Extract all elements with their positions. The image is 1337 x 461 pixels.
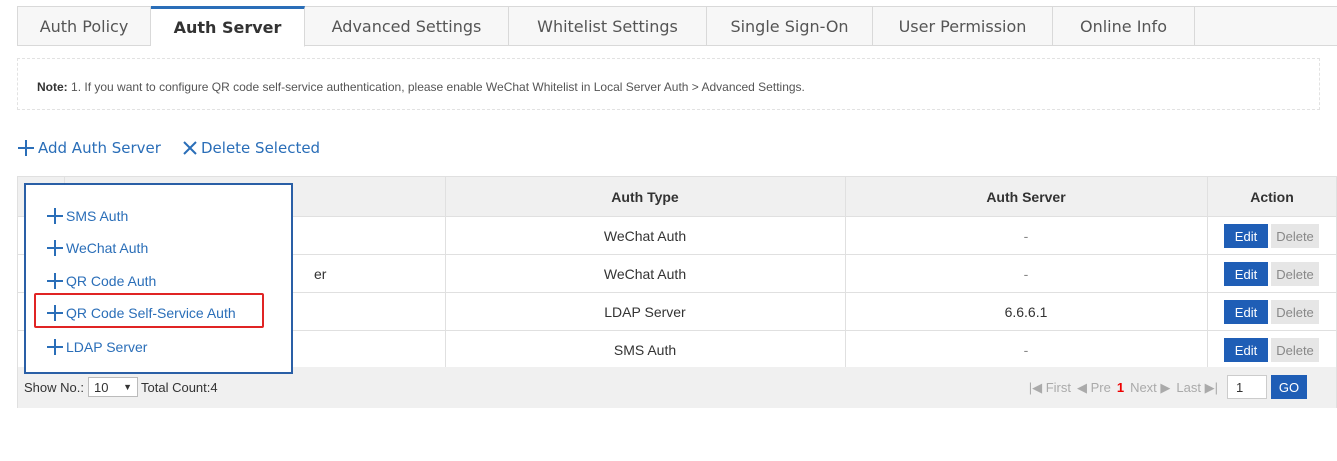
tab-bar: Auth Policy Auth Server Advanced Setting…	[17, 6, 1337, 47]
close-icon	[183, 141, 197, 155]
edit-button[interactable]: Edit	[1224, 262, 1268, 286]
pagination: |◀ First ◀ Pre 1 Next ▶ Last ▶|	[1029, 380, 1218, 396]
page-number-input[interactable]: 1	[1227, 375, 1267, 399]
cell-auth-type: WeChat Auth	[603, 227, 687, 244]
plus-icon	[18, 140, 34, 156]
go-button[interactable]: GO	[1271, 375, 1307, 399]
tab-auth-policy[interactable]: Auth Policy	[17, 6, 151, 46]
menu-item-label: LDAP Server	[66, 339, 148, 355]
note-label: Note:	[37, 80, 68, 94]
cell-auth-server: -	[1023, 342, 1029, 358]
tab-auth-server[interactable]: Auth Server	[151, 6, 305, 47]
menu-item-label: SMS Auth	[66, 208, 129, 224]
prev-page-label: Pre	[1090, 380, 1111, 395]
tab-user-permission[interactable]: User Permission	[873, 6, 1053, 46]
menu-item-label: WeChat Auth	[66, 240, 149, 256]
page-size-select[interactable]: 10 ▼	[87, 377, 138, 397]
header-action: Action	[1250, 188, 1294, 205]
first-page-link[interactable]: |◀ First	[1029, 380, 1071, 396]
menu-item-wechat-auth[interactable]: WeChat Auth	[46, 239, 148, 257]
menu-item-label: QR Code Self-Service Auth	[66, 305, 236, 321]
note-text: 1. If you want to configure QR code self…	[71, 80, 805, 94]
show-no-control: Show No.: 10 ▼	[24, 377, 138, 397]
header-auth-server: Auth Server	[986, 188, 1066, 205]
delete-selected-button[interactable]: Delete Selected	[182, 139, 320, 157]
last-page-icon: ▶|	[1204, 380, 1218, 395]
cell-auth-server: 6.6.6.1	[1004, 303, 1048, 320]
last-page-label: Last	[1176, 380, 1201, 395]
delete-button[interactable]: Delete	[1271, 338, 1319, 362]
first-page-label: First	[1045, 380, 1071, 395]
prev-page-icon: ◀	[1076, 380, 1087, 395]
current-page: 1	[1116, 380, 1125, 395]
edit-button[interactable]: Edit	[1224, 224, 1268, 248]
page-size-value: 10	[93, 379, 109, 395]
chevron-down-icon: ▼	[123, 382, 132, 392]
plus-icon	[47, 273, 63, 289]
menu-item-ldap-server[interactable]: LDAP Server	[46, 338, 147, 356]
show-no-label: Show No.:	[24, 379, 84, 395]
header-auth-type: Auth Type	[611, 188, 679, 205]
plus-icon	[47, 339, 63, 355]
tab-online-info[interactable]: Online Info	[1053, 6, 1195, 46]
tab-whitelist-settings[interactable]: Whitelist Settings	[509, 6, 707, 46]
menu-item-qr-code-self-service-auth[interactable]: QR Code Self-Service Auth	[46, 304, 236, 322]
tab-advanced-settings[interactable]: Advanced Settings	[305, 6, 509, 46]
cell-auth-type: LDAP Server	[604, 303, 686, 320]
add-auth-server-menu: SMS Auth WeChat Auth QR Code Auth QR Cod…	[24, 183, 293, 374]
cell-auth-type: SMS Auth	[613, 342, 677, 358]
edit-button[interactable]: Edit	[1224, 300, 1268, 324]
total-count: Total Count:4	[141, 380, 218, 395]
delete-button[interactable]: Delete	[1271, 300, 1319, 324]
add-auth-server-button[interactable]: Add Auth Server	[17, 139, 161, 157]
add-auth-server-label: Add Auth Server	[38, 139, 161, 157]
cell-auth-server: -	[1023, 227, 1029, 244]
cell-auth-type: WeChat Auth	[603, 265, 687, 282]
prev-page-link[interactable]: ◀ Pre	[1077, 380, 1111, 396]
next-page-icon: ▶	[1160, 380, 1171, 395]
cell-name: er	[314, 265, 327, 282]
delete-selected-label: Delete Selected	[201, 139, 321, 157]
plus-icon	[47, 240, 63, 256]
edit-button[interactable]: Edit	[1224, 338, 1268, 362]
delete-button[interactable]: Delete	[1271, 262, 1319, 286]
tab-single-sign-on[interactable]: Single Sign-On	[707, 6, 873, 46]
last-page-link[interactable]: Last ▶|	[1176, 380, 1218, 396]
delete-button[interactable]: Delete	[1271, 224, 1319, 248]
next-page-link[interactable]: Next ▶	[1130, 380, 1170, 396]
first-page-icon: |◀	[1028, 380, 1043, 395]
next-page-label: Next	[1130, 380, 1157, 395]
plus-icon	[47, 305, 63, 321]
menu-item-label: QR Code Auth	[66, 273, 157, 289]
menu-item-qr-code-auth[interactable]: QR Code Auth	[46, 272, 156, 290]
plus-icon	[47, 208, 63, 224]
cell-auth-server: -	[1023, 265, 1029, 282]
note-box: Note: 1. If you want to configure QR cod…	[17, 58, 1320, 110]
menu-item-sms-auth[interactable]: SMS Auth	[46, 207, 128, 225]
tab-bar-filler	[1195, 6, 1337, 46]
